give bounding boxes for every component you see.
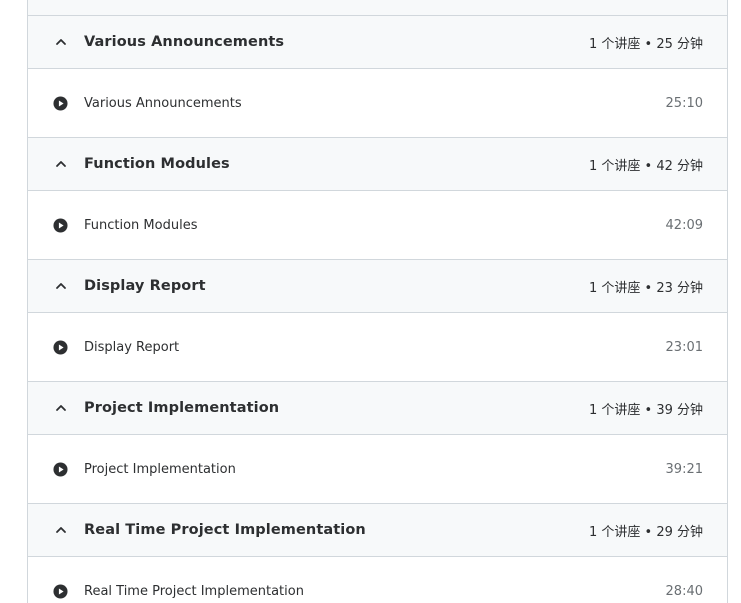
section-title: Project Implementation [84,400,280,416]
previous-section-edge [28,0,727,16]
section-meta: 1 个讲座 • 29 分钟 [588,524,703,540]
play-circle-icon [53,461,68,477]
curriculum-list: Various Announcements 1 个讲座 • 25 分钟 Vari… [27,0,728,603]
lecture-item[interactable]: Function Modules 42:09 [28,191,727,260]
lecture-title: Various Announcements [84,95,242,111]
section-meta: 1 个讲座 • 25 分钟 [588,36,703,52]
course-curriculum-page: Various Announcements 1 个讲座 • 25 分钟 Vari… [0,0,741,603]
lecture-item[interactable]: Real Time Project Implementation 28:40 [28,557,727,603]
lecture-duration: 23:01 [665,339,703,355]
section-meta: 1 个讲座 • 23 分钟 [588,280,703,296]
section-header[interactable]: Function Modules 1 个讲座 • 42 分钟 [28,138,727,191]
play-circle-icon [53,339,68,355]
section-meta: 1 个讲座 • 42 分钟 [588,158,703,174]
lecture-item[interactable]: Project Implementation 39:21 [28,435,727,504]
section-title: Real Time Project Implementation [84,522,366,538]
section-title: Function Modules [84,156,230,172]
lecture-title: Real Time Project Implementation [84,583,304,599]
section-title: Various Announcements [84,34,285,50]
section-title: Display Report [84,278,206,294]
section-header[interactable]: Various Announcements 1 个讲座 • 25 分钟 [28,16,727,69]
lecture-title: Function Modules [84,217,198,233]
chevron-up-icon [56,39,66,45]
play-circle-icon [53,583,68,599]
section-meta: 1 个讲座 • 39 分钟 [588,402,703,418]
section-header[interactable]: Real Time Project Implementation 1 个讲座 •… [28,504,727,557]
lecture-duration: 28:40 [665,583,703,599]
chevron-up-icon [56,405,66,411]
lecture-duration: 39:21 [665,461,703,477]
lecture-item[interactable]: Display Report 23:01 [28,313,727,382]
section-header[interactable]: Display Report 1 个讲座 • 23 分钟 [28,260,727,313]
chevron-up-icon [56,283,66,289]
play-circle-icon [53,95,68,111]
lecture-duration: 25:10 [665,95,703,111]
lecture-title: Display Report [84,339,180,355]
lecture-duration: 42:09 [665,217,703,233]
section-header[interactable]: Project Implementation 1 个讲座 • 39 分钟 [28,382,727,435]
lecture-item[interactable]: Various Announcements 25:10 [28,69,727,138]
chevron-up-icon [56,527,66,533]
lecture-title: Project Implementation [84,461,236,477]
chevron-up-icon [56,161,66,167]
play-circle-icon [53,217,68,233]
